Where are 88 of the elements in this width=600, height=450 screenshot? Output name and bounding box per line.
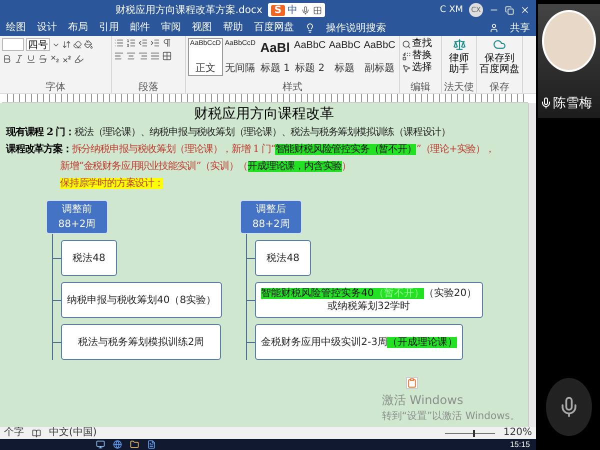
book-icon — [32, 428, 41, 438]
language-status[interactable]: 中文(中国) — [49, 427, 97, 439]
justify-icon[interactable] — [150, 51, 160, 61]
edit-command[interactable]: 替换 — [412, 50, 432, 62]
tree-node: 智能财税风险管控实务40（暂不开）（实验20） 或纳税筹划32学时 — [255, 282, 483, 318]
group-label: 字体 — [44, 82, 66, 93]
window-title: 财税应用方向课程改革方案.docx — [115, 4, 262, 17]
group-label: 段落 — [138, 82, 160, 93]
align-right-icon[interactable] — [138, 51, 148, 61]
style-tile[interactable]: AaBbC 标题 2 — [292, 38, 328, 76]
paste-options-icon[interactable] — [406, 377, 418, 389]
lightbulb-icon[interactable] — [305, 23, 315, 33]
numbered-list-icon[interactable] — [126, 38, 136, 48]
tree-node: 税法48 — [61, 240, 117, 276]
eraser-icon[interactable] — [73, 40, 82, 49]
align-left-icon[interactable] — [114, 51, 124, 61]
folder-icon[interactable] — [130, 440, 139, 449]
menu-tab[interactable]: 帮助 — [223, 20, 243, 36]
paint-bucket-icon[interactable] — [84, 40, 93, 49]
paragraph: 保持原学时的方案设计： — [59, 177, 164, 191]
bullet-list-icon[interactable] — [114, 38, 124, 48]
group-label: 样式 — [282, 82, 304, 93]
paragraph: 现有课程 2 门：税法（理论课）、纳税申报与税收筹划（理论课）、税法与税务筹划模拟训练（课程设计） — [6, 126, 452, 140]
monitor-icon[interactable] — [96, 440, 105, 449]
tree-node: 税法与税务筹划模拟训练2周 — [61, 324, 221, 360]
border-icon[interactable] — [162, 51, 172, 61]
font-size-field[interactable]: 四号 — [26, 38, 50, 51]
edit-command[interactable]: 选择 — [412, 62, 432, 74]
search-icon[interactable] — [402, 40, 411, 48]
edit-command[interactable]: 查找 — [412, 38, 432, 50]
group-label: 法天使 — [444, 82, 474, 93]
menu-tab[interactable]: 百度网盘 — [254, 20, 294, 36]
person-icon[interactable] — [489, 23, 499, 33]
menu-tab[interactable]: 布局 — [68, 20, 88, 36]
pilcrow-icon[interactable] — [162, 38, 172, 48]
style-tile[interactable]: AaBbC 副标题 — [362, 38, 397, 76]
bold-icon[interactable] — [2, 54, 12, 64]
tree-node: 金税财务应用中级实训2-3周（开成理论课） — [255, 324, 464, 360]
globe-icon[interactable] — [113, 440, 122, 449]
replace-icon[interactable] — [402, 52, 411, 60]
header-node: 调整后 88+2周 — [240, 200, 302, 234]
subscript-icon[interactable] — [50, 54, 60, 64]
microphone-icon — [540, 97, 552, 109]
clock: 15:15 — [510, 440, 530, 449]
group-label: 编辑 — [410, 82, 432, 93]
document-title: 财税应用方向课程改革 — [194, 105, 334, 123]
font-name-field[interactable] — [2, 38, 24, 51]
strikethrough-icon[interactable] — [38, 54, 48, 64]
underline-icon[interactable] — [26, 54, 36, 64]
tell-me-search[interactable]: 操作说明搜索 — [326, 21, 386, 35]
style-tile[interactable]: AaBl 标题 1 — [258, 38, 292, 76]
ime-logo: S — [271, 4, 285, 16]
group-label: 保存 — [488, 82, 510, 93]
menu-tab[interactable]: 邮件 — [130, 20, 150, 36]
indent-increase-icon[interactable] — [150, 38, 160, 48]
paragraph: 课程改革方案：拆分纳税申报与税收筹划（理论课），新增 1 门“智能财税风险管控实务（暂不开）”（理论+实验）， — [6, 143, 496, 157]
user-name: C XM — [440, 5, 463, 15]
activation-title: 激活 Windows — [382, 392, 464, 409]
highlighter-icon[interactable] — [74, 54, 84, 64]
addin-button[interactable]: 保存到 百度网盘 — [480, 54, 520, 75]
tree-node: 税法48 — [255, 240, 312, 276]
scale-icon[interactable] — [452, 38, 466, 51]
zoom-thumb[interactable] — [472, 430, 475, 436]
microphone-icon[interactable] — [300, 6, 310, 14]
share-button[interactable]: 共享 — [510, 21, 530, 35]
cursor-icon[interactable] — [402, 64, 411, 72]
input-mode[interactable]: 中 — [288, 3, 298, 17]
menu-tab[interactable]: 审阅 — [161, 20, 181, 36]
participant-name: 陈雪梅 — [553, 95, 592, 112]
close-icon[interactable] — [520, 5, 530, 15]
zoom-level: 120% — [503, 427, 532, 439]
cloud-icon[interactable] — [493, 38, 506, 51]
menu-tab[interactable]: 绘图 — [6, 20, 26, 36]
document-icon[interactable] — [147, 440, 156, 449]
word-count: 个字 — [4, 427, 24, 439]
menu-tab[interactable]: 引用 — [99, 20, 119, 36]
menu-tab[interactable]: 设计 — [37, 20, 57, 36]
style-tile[interactable]: AaBbC 标题 — [327, 38, 362, 76]
italic-icon[interactable] — [14, 54, 24, 64]
align-center-icon[interactable] — [126, 51, 136, 61]
indent-decrease-icon[interactable] — [138, 38, 148, 48]
restore-icon[interactable] — [505, 6, 514, 14]
activation-hint: 转到“设置”以激活 Windows。 — [382, 410, 520, 423]
menu-tab[interactable]: 视图 — [192, 20, 212, 36]
superscript-icon[interactable] — [62, 54, 72, 64]
header-node: 调整前 88+2周 — [46, 200, 108, 234]
tree-node: 纳税申报与税收筹划40（8实验） — [61, 282, 222, 318]
addin-button[interactable]: 律师 助手 — [449, 54, 469, 75]
